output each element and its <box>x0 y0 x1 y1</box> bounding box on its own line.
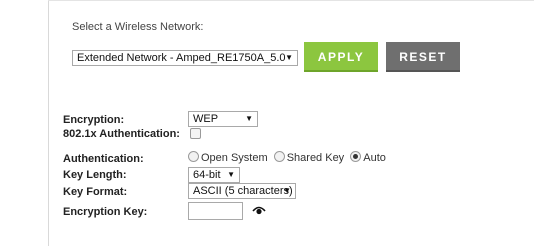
key-format-select-value: ASCII (5 characters) <box>193 185 293 197</box>
chevron-down-icon: ▼ <box>227 170 235 179</box>
chevron-down-icon: ▼ <box>245 114 253 123</box>
encryption-key-label: Encryption Key: <box>63 206 148 218</box>
eye-icon[interactable] <box>252 204 266 216</box>
dot1x-auth-checkbox[interactable] <box>190 128 201 139</box>
auth-option-label: Open System <box>201 152 268 164</box>
encryption-select[interactable]: WEP ▼ <box>188 111 258 127</box>
apply-button[interactable]: APPLY <box>304 42 378 72</box>
select-network-label: Select a Wireless Network: <box>72 21 204 33</box>
auth-option-label: Shared Key <box>286 152 345 164</box>
radio-auto[interactable] <box>350 151 362 162</box>
authentication-label: Authentication: <box>63 153 144 165</box>
network-select[interactable]: Extended Network - Amped_RE1750A_5.0 ▼ <box>72 50 298 66</box>
key-length-select[interactable]: 64-bit ▼ <box>188 167 240 183</box>
encryption-select-value: WEP <box>193 113 219 125</box>
authentication-radio-group: Open System Shared Key Auto <box>188 151 389 164</box>
chevron-down-icon: ▼ <box>283 186 291 195</box>
dot1x-auth-label: 802.1x Authentication: <box>63 128 180 140</box>
encryption-label: Encryption: <box>63 114 125 126</box>
radio-open-system[interactable] <box>188 151 199 162</box>
key-length-label: Key Length: <box>63 169 127 181</box>
chevron-down-icon: ▼ <box>285 53 293 62</box>
key-format-label: Key Format: <box>63 186 128 198</box>
auth-option-label: Auto <box>363 152 386 164</box>
auth-option-open-system[interactable]: Open System <box>188 151 271 164</box>
radio-shared-key[interactable] <box>273 151 285 162</box>
reset-button[interactable]: RESET <box>386 42 460 72</box>
auth-option-auto[interactable]: Auto <box>350 151 386 164</box>
encryption-key-input[interactable] <box>188 202 243 220</box>
network-select-value: Extended Network - Amped_RE1750A_5.0 <box>77 52 286 64</box>
top-divider <box>48 0 534 1</box>
auth-option-shared-key[interactable]: Shared Key <box>273 151 348 164</box>
key-format-select[interactable]: ASCII (5 characters) ▼ <box>188 183 296 199</box>
key-length-select-value: 64-bit <box>193 169 221 181</box>
